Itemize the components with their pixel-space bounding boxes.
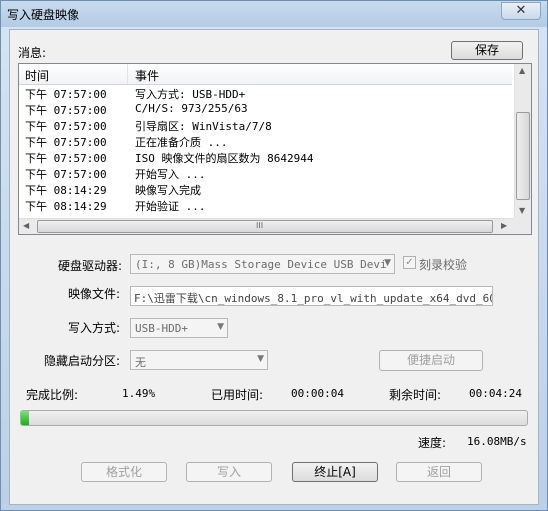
- message-event: C/H/S: 973/255/63: [135, 102, 248, 115]
- vertical-scrollbar[interactable]: ▲ ▼: [514, 64, 531, 219]
- list-item[interactable]: 下午 07:57:00 开始写入 ...: [19, 165, 512, 181]
- remaining-time-label: 剩余时间:: [389, 388, 442, 402]
- scroll-grip-icon: III: [256, 221, 264, 230]
- message-time: 下午 07:57:00: [25, 152, 107, 165]
- column-divider[interactable]: [127, 64, 128, 84]
- message-event: 开始验证 ...: [135, 200, 206, 213]
- speed-value: 16.08MB/s: [467, 435, 527, 448]
- write-button[interactable]: 写入: [186, 462, 272, 482]
- list-item[interactable]: 下午 07:57:00 引导扇区: WinVista/7/8: [19, 117, 512, 133]
- list-item[interactable]: 下午 07:57:00 写入方式: USB-HDD+: [19, 85, 512, 101]
- horizontal-scroll-thumb[interactable]: III: [37, 220, 493, 233]
- verify-label: 刻录校验: [419, 258, 468, 272]
- stop-button[interactable]: 终止[A]: [292, 462, 378, 482]
- scrollbar-corner: [514, 218, 531, 234]
- progress-bar: [20, 410, 528, 426]
- message-event: 引导扇区: WinVista/7/8: [135, 120, 272, 133]
- column-header-event[interactable]: 事件: [135, 67, 159, 84]
- chevron-down-icon: ▼: [384, 258, 391, 268]
- completion-label: 完成比例:: [26, 388, 79, 402]
- list-item[interactable]: 下午 08:14:29 映像写入完成: [19, 181, 512, 197]
- vertical-scroll-thumb[interactable]: [516, 112, 530, 200]
- dialog-body: 消息: 保存 时间 事件 下午 07:57:00 写入方式: USB-HDD+ 下午…: [9, 29, 539, 505]
- message-event: 映像写入完成: [135, 184, 201, 197]
- drive-value: (I:, 8 GB)Mass Storage Device USB Devi: [135, 258, 387, 271]
- write-method-value: USB-HDD+: [135, 322, 188, 335]
- message-event: ISO 映像文件的扇区数为 8642944: [135, 152, 314, 165]
- hidden-boot-partition-label: 隐藏启动分区:: [44, 354, 121, 368]
- horizontal-scrollbar[interactable]: ◀ III ▶: [19, 218, 514, 234]
- write-method-label: 写入方式:: [68, 321, 121, 335]
- list-item[interactable]: 下午 08:14:29 开始验证 ...: [19, 197, 512, 213]
- format-button[interactable]: 格式化: [81, 462, 167, 482]
- image-file-field[interactable]: F:\迅雷下载\cn_windows_8.1_pro_vl_with_updat…: [130, 286, 493, 306]
- drive-select[interactable]: (I:, 8 GB)Mass Storage Device USB Devi ▼: [130, 254, 395, 274]
- list-header: 时间 事件: [19, 64, 512, 85]
- message-event: 写入方式: USB-HDD+: [135, 88, 246, 101]
- message-time: 下午 08:14:29: [25, 184, 107, 197]
- drive-label: 硬盘驱动器:: [58, 259, 123, 273]
- list-item[interactable]: 下午 07:57:00 正在准备介质 ...: [19, 133, 512, 149]
- scroll-down-icon[interactable]: ▼: [519, 206, 525, 215]
- close-button[interactable]: ✕: [501, 2, 541, 20]
- column-header-time[interactable]: 时间: [25, 67, 49, 84]
- list-item[interactable]: 下午 07:57:00 ISO 映像文件的扇区数为 8642944: [19, 149, 512, 165]
- message-time: 下午 07:57:00: [25, 104, 107, 117]
- scroll-right-icon[interactable]: ▶: [501, 221, 507, 230]
- elapsed-time-value: 00:00:04: [291, 387, 344, 400]
- message-time: 下午 08:14:29: [25, 200, 107, 213]
- message-event: 开始写入 ...: [135, 168, 206, 181]
- message-time: 下午 07:57:00: [25, 88, 107, 101]
- message-event: 正在准备介质 ...: [135, 136, 228, 149]
- write-method-select[interactable]: USB-HDD+ ▼: [130, 318, 228, 338]
- hidden-boot-partition-select[interactable]: 无 ▼: [130, 350, 268, 370]
- message-list[interactable]: 时间 事件 下午 07:57:00 写入方式: USB-HDD+ 下午 07:57:…: [18, 63, 532, 235]
- list-item[interactable]: 下午 07:57:00 C/H/S: 973/255/63: [19, 101, 512, 117]
- close-icon: ✕: [515, 3, 527, 18]
- scroll-up-icon[interactable]: ▲: [519, 66, 525, 75]
- elapsed-time-label: 已用时间:: [211, 388, 264, 402]
- scroll-left-icon[interactable]: ◀: [23, 221, 29, 230]
- window-title: 写入硬盘映像: [7, 8, 80, 22]
- hidden-boot-partition-value: 无: [135, 356, 146, 369]
- messages-label: 消息:: [18, 46, 47, 60]
- back-button[interactable]: 返回: [396, 462, 482, 482]
- completion-value: 1.49%: [122, 387, 156, 400]
- quick-boot-button[interactable]: 便捷启动: [379, 350, 483, 371]
- message-time: 下午 07:57:00: [25, 168, 107, 181]
- message-time: 下午 07:57:00: [25, 136, 107, 149]
- title-bar[interactable]: 写入硬盘映像 ✕: [1, 1, 547, 27]
- progress-fill: [21, 411, 29, 425]
- speed-label: 速度:: [418, 436, 447, 450]
- message-time: 下午 07:57:00: [25, 120, 107, 133]
- verify-checkbox[interactable]: ✓: [403, 256, 416, 269]
- check-icon: ✓: [405, 257, 414, 268]
- image-file-label: 映像文件:: [68, 287, 121, 301]
- write-disk-image-window: 写入硬盘映像 ✕ 消息: 保存 时间 事件 下午 07:57:00 写入方式: U…: [0, 0, 548, 511]
- save-button[interactable]: 保存: [451, 41, 523, 60]
- chevron-down-icon: ▼: [257, 354, 264, 364]
- remaining-time-value: 00:04:24: [469, 387, 522, 400]
- chevron-down-icon: ▼: [217, 322, 224, 332]
